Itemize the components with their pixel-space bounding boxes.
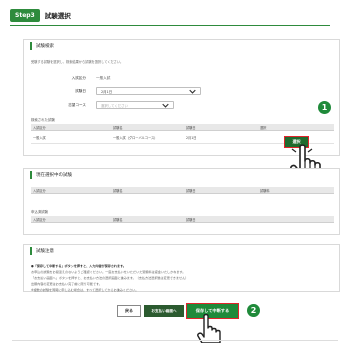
callout-2: 2 bbox=[247, 304, 260, 317]
course-label: 志望コース bbox=[68, 102, 86, 107]
page-header: Step3 試験選択 bbox=[10, 7, 330, 26]
applied-exams-table: 入試区分 試験名 試験日 bbox=[31, 216, 334, 223]
table-header: 入試区分 試験名 試験日 bbox=[31, 216, 334, 223]
exam-date-row: 試験日 2月1日 bbox=[44, 87, 201, 95]
notice-panel: 試験注意 ●「保存して中断する」ボタンを押すと、入力内容が保存されます。 お申込… bbox=[23, 244, 340, 292]
table-header: 入試区分 試験名 試験日 試験料 bbox=[31, 187, 334, 194]
back-button[interactable]: 戻る bbox=[117, 305, 141, 317]
column-header: 入試区分 bbox=[33, 188, 46, 193]
column-header: 選択 bbox=[260, 125, 267, 130]
column-header: 試験名 bbox=[113, 188, 123, 193]
exam-search-description: 受験する試験を選択し、検索結果から試験を選択してください。 bbox=[31, 60, 124, 64]
notice-line: ※複数の試験を同時に申し込む場合は、すべて選択してからお進みください。 bbox=[31, 288, 139, 292]
exam-date-label: 試験日 bbox=[75, 88, 86, 93]
notice-line: ●「保存して中断する」ボタンを押すと、入力内容が保存されます。 bbox=[31, 264, 126, 268]
header-divider bbox=[10, 25, 330, 26]
notice-heading: 試験注意 bbox=[24, 245, 339, 256]
column-header: 入試区分 bbox=[33, 217, 46, 222]
column-header: 試験名 bbox=[113, 125, 123, 130]
selected-exams-heading: 現在選択中の試験 bbox=[24, 169, 339, 180]
selected-exams-panel: 現在選択中の試験 入試区分 試験名 試験日 試験料 申込済試験 入試区分 試験名… bbox=[23, 168, 340, 235]
table-header: 入試区分 試験名 試験日 選択 bbox=[31, 124, 334, 131]
row-entry-type: 一般入試 bbox=[33, 135, 46, 140]
course-row: 志望コース 選択してください bbox=[44, 101, 174, 109]
column-header: 試験名 bbox=[113, 217, 123, 222]
pointing-hand-icon bbox=[197, 314, 221, 343]
column-header: 入試区分 bbox=[33, 125, 46, 130]
exam-search-title: 試験検索 bbox=[36, 43, 54, 49]
applied-exams-label: 申込済試験 bbox=[31, 210, 48, 214]
column-header: 試験日 bbox=[186, 217, 196, 222]
entry-type-value: 一般入試 bbox=[96, 76, 111, 80]
column-header: 試験日 bbox=[186, 188, 196, 193]
column-header: 試験日 bbox=[186, 125, 196, 130]
step-badge: Step3 bbox=[10, 8, 40, 22]
notice-line: 「お支払い画面へ」ボタンを押すと、お支払い方法の選択画面に進みます。（支払方法選… bbox=[31, 276, 189, 280]
callout-1: 1 bbox=[318, 101, 331, 114]
entry-type-label: 入試区分 bbox=[71, 76, 86, 80]
row-exam-date: 2月1日 bbox=[186, 135, 197, 140]
page-title: 試験選択 bbox=[44, 12, 71, 20]
exam-search-heading: 試験検索 bbox=[24, 40, 339, 51]
column-header: 試験料 bbox=[260, 188, 270, 193]
selected-exams-title: 現在選択中の試験 bbox=[36, 172, 72, 178]
exam-date-selected: 2月1日 bbox=[101, 89, 113, 94]
notice-line: お申込の試験をお間違えのないようご確認ください。一度お支払いをいただいた受験料は… bbox=[31, 270, 186, 274]
section-marker bbox=[30, 41, 32, 50]
chevron-down-icon bbox=[162, 103, 169, 108]
exam-date-select[interactable]: 2月1日 bbox=[96, 87, 201, 95]
chevron-down-icon bbox=[189, 89, 196, 94]
course-select[interactable]: 選択してください bbox=[96, 101, 174, 109]
course-placeholder: 選択してください bbox=[101, 103, 128, 108]
notice-title: 試験注意 bbox=[36, 248, 54, 254]
section-marker bbox=[30, 246, 32, 255]
selected-exams-table: 入試区分 試験名 試験日 試験料 bbox=[31, 187, 334, 194]
search-results-label: 検索された試験 bbox=[31, 118, 55, 122]
notice-line: 出願内容の変更はお支払い完了前に限り可能です。 bbox=[31, 282, 102, 286]
entry-type-row: 入試区分 一般入試 bbox=[44, 76, 111, 81]
proceed-to-payment-button[interactable]: お支払い画面へ bbox=[144, 305, 184, 317]
page-divider bbox=[12, 340, 338, 341]
section-marker bbox=[30, 170, 32, 179]
row-exam-name: 一般入試（グローバルコース） bbox=[113, 135, 158, 140]
